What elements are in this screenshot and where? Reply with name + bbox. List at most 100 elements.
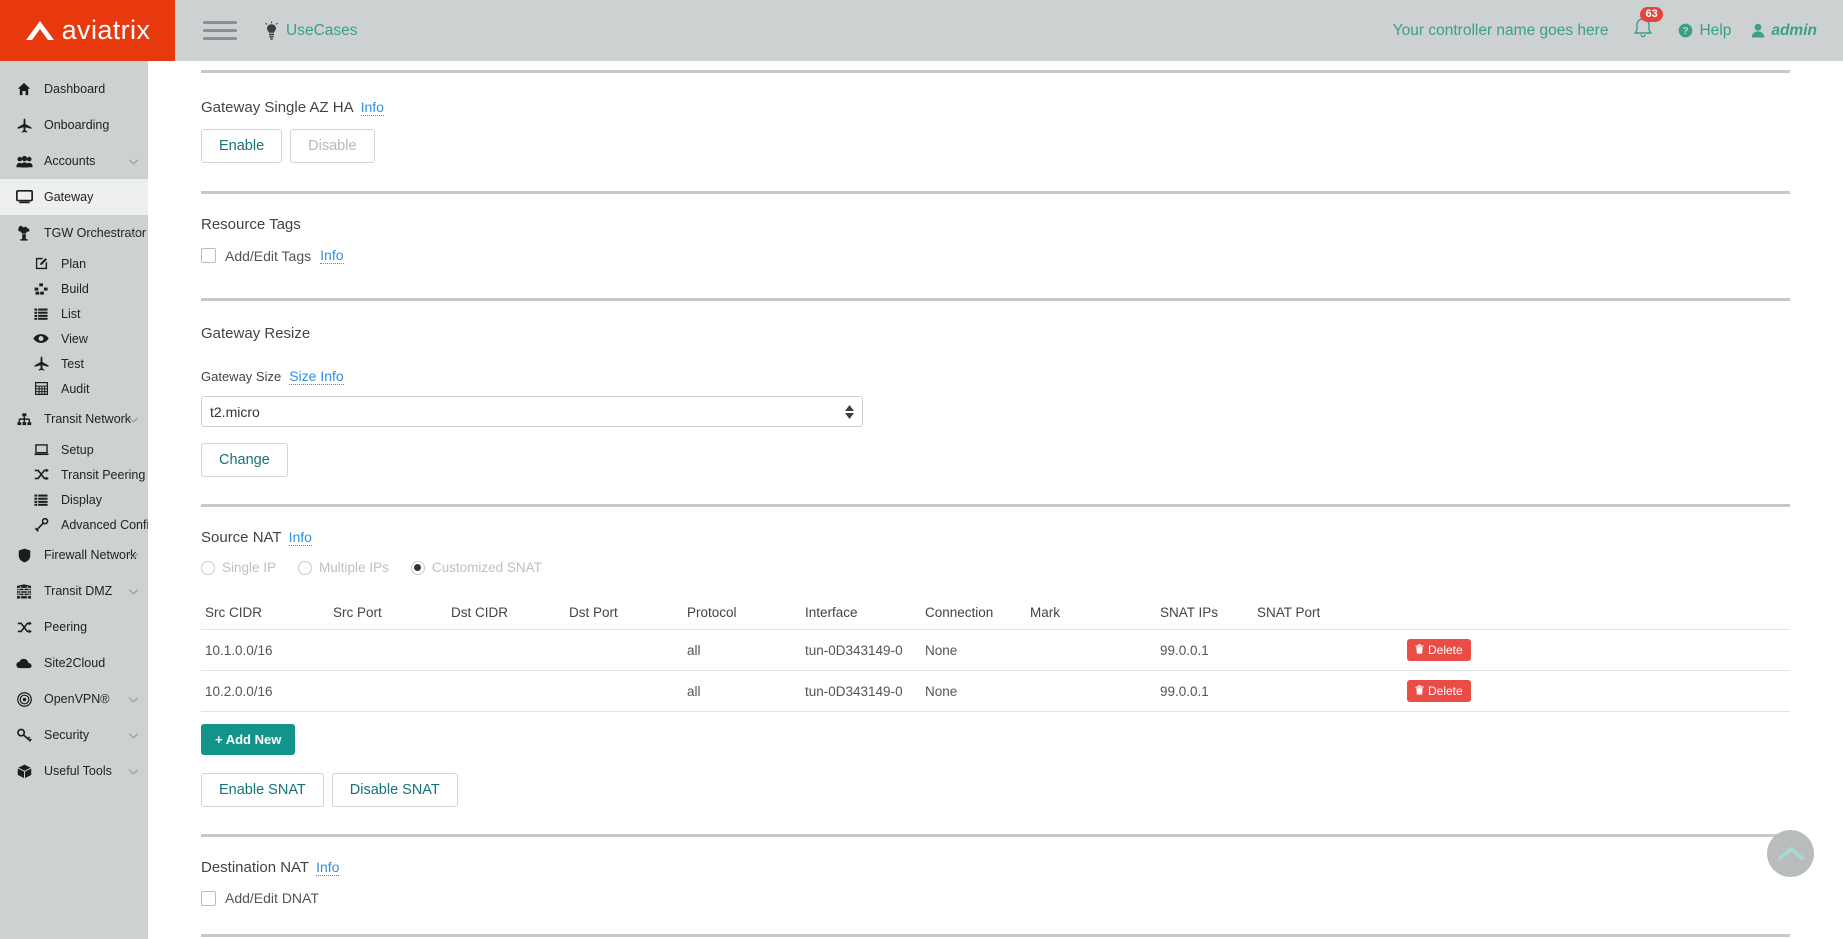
logo-text: aviatrix (62, 17, 151, 44)
source-nat-info-link[interactable]: Info (289, 529, 312, 546)
sidebar-item-plan[interactable]: Plan (0, 251, 148, 276)
eye-icon (30, 333, 52, 344)
cell-snat-port (1253, 671, 1403, 712)
sidebar-item-useful-tools[interactable]: Useful Tools (0, 753, 148, 789)
sidebar-item-openvpn[interactable]: OpenVPN® (0, 681, 148, 717)
controller-name-link[interactable]: Your controller name goes here (1393, 22, 1609, 40)
radio-button[interactable] (298, 561, 312, 575)
main-sidebar: Dashboard Onboarding Accounts GatewayTGW Or… (0, 61, 148, 939)
sidebar-item-site2cloud[interactable]: Site2Cloud (0, 645, 148, 681)
sidebar-item-tgw-orchestrator[interactable]: TGW Orchestrator (0, 215, 148, 251)
sidebar-item-transit-network[interactable]: Transit Network (0, 401, 148, 437)
laptop-icon (30, 444, 52, 456)
sidebar-item-advanced-config[interactable]: Advanced Config (0, 512, 148, 537)
airplane-icon (30, 356, 52, 371)
notification-count-badge: 63 (1640, 7, 1662, 22)
chevron-down-icon (128, 582, 139, 600)
sidebar-item-display[interactable]: Display (0, 487, 148, 512)
key-icon (13, 728, 35, 742)
hamburger-menu-icon[interactable] (203, 16, 237, 45)
header-right-group: Your controller name goes here 63 ? Help… (1393, 16, 1843, 45)
sidebar-item-label: Transit Peering (61, 468, 145, 482)
hierarchy-icon (30, 283, 52, 295)
sidebar-item-label: Dashboard (44, 82, 105, 96)
sidebar-item-audit[interactable]: Audit (0, 376, 148, 401)
cell-snat-ips: 99.0.0.1 (1156, 671, 1253, 712)
sidebar-item-label: View (61, 332, 88, 346)
sidebar-item-list[interactable]: List (0, 301, 148, 326)
sidebar-item-transit-peering[interactable]: Transit Peering (0, 462, 148, 487)
disable-button[interactable]: Disable (290, 129, 374, 163)
radio-button[interactable] (201, 561, 215, 575)
sidebar-item-peering[interactable]: Peering (0, 609, 148, 645)
gateway-size-select[interactable]: t2.micro (201, 396, 863, 427)
section-destination-nat: Destination NAT Info Add/Edit DNAT (201, 859, 1790, 906)
snat-column-header: SNAT IPs (1156, 599, 1253, 630)
destination-nat-info-link[interactable]: Info (316, 859, 339, 876)
add-new-button[interactable]: + Add New (201, 724, 295, 755)
people-icon (13, 155, 35, 168)
main-content-area: Gateway Single AZ HA Info Enable Disable… (148, 61, 1843, 939)
delete-rule-button[interactable]: Delete (1407, 639, 1471, 661)
sidebar-item-view[interactable]: View (0, 326, 148, 351)
cell-src-port (329, 671, 447, 712)
sidebar-item-build[interactable]: Build (0, 276, 148, 301)
single-az-ha-info-link[interactable]: Info (361, 99, 384, 116)
divider (201, 191, 1790, 194)
change-button[interactable]: Change (201, 443, 288, 477)
delete-rule-button[interactable]: Delete (1407, 680, 1471, 702)
sidebar-item-security[interactable]: Security (0, 717, 148, 753)
sidebar-item-label: Peering (44, 620, 87, 634)
snat-table-body: 10.1.0.0/16alltun-0D343149-0None99.0.0.1… (201, 630, 1790, 712)
sidebar-item-label: Accounts (44, 154, 95, 168)
sidebar-item-dashboard[interactable]: Dashboard (0, 71, 148, 107)
radio-button[interactable] (411, 561, 425, 575)
source-nat-option-label: Multiple IPs (319, 560, 389, 575)
add-edit-tags-checkbox[interactable] (201, 248, 216, 263)
scroll-to-top-button[interactable] (1767, 830, 1814, 877)
add-edit-dnat-checkbox[interactable] (201, 891, 216, 906)
user-icon (1751, 23, 1765, 38)
section-gateway-resize: Gateway Resize Gateway Size Size Info t2… (201, 325, 1790, 477)
sidebar-item-setup[interactable]: Setup (0, 437, 148, 462)
gateway-resize-actions: Change (201, 443, 1790, 477)
usecases-button[interactable]: UseCases (264, 21, 358, 40)
disable-snat-button[interactable]: Disable SNAT (332, 773, 458, 807)
sidebar-item-firewall-network[interactable]: Firewall Network (0, 537, 148, 573)
sidebar-item-label: OpenVPN® (44, 692, 110, 706)
sidebar-item-test[interactable]: Test (0, 351, 148, 376)
resource-tags-info-link[interactable]: Info (320, 247, 343, 264)
source-nat-option-single-ip[interactable]: Single IP (201, 560, 276, 575)
snat-toggle-buttons: Enable SNAT Disable SNAT (201, 773, 1790, 807)
snat-column-header: Interface (801, 599, 921, 630)
table-row: 10.2.0.0/16alltun-0D343149-0None99.0.0.1… (201, 671, 1790, 712)
sidebar-item-label: Test (61, 357, 84, 371)
help-button[interactable]: ? Help (1678, 22, 1731, 40)
chevron-up-icon (1778, 846, 1804, 862)
cell-mark (1026, 671, 1156, 712)
enable-snat-button[interactable]: Enable SNAT (201, 773, 324, 807)
cell-actions: Delete (1403, 671, 1790, 712)
box-icon (13, 764, 35, 779)
sidebar-item-accounts[interactable]: Accounts (0, 143, 148, 179)
gateway-size-info-link[interactable]: Size Info (289, 368, 343, 385)
app-logo[interactable]: aviatrix (0, 0, 175, 61)
enable-button[interactable]: Enable (201, 129, 282, 163)
user-menu-button[interactable]: admin (1751, 22, 1817, 40)
snat-column-header: Src Port (329, 599, 447, 630)
sidebar-item-transit-dmz[interactable]: Transit DMZ (0, 573, 148, 609)
sidebar-item-gateway[interactable]: Gateway (0, 179, 148, 215)
destination-nat-title-row: Destination NAT Info (201, 859, 1790, 876)
source-nat-option-customized-snat[interactable]: Customized SNAT (411, 560, 542, 575)
chevron-down-icon (128, 224, 139, 242)
snat-column-header: Dst Port (565, 599, 683, 630)
snat-column-header: Mark (1026, 599, 1156, 630)
sidebar-item-onboarding[interactable]: Onboarding (0, 107, 148, 143)
sidebar-item-label: Build (61, 282, 89, 296)
sidebar-item-label: Audit (61, 382, 90, 396)
source-nat-option-multiple-ips[interactable]: Multiple IPs (298, 560, 389, 575)
cell-snat-port (1253, 630, 1403, 671)
chevron-down-icon (128, 762, 139, 780)
chevron-down-icon (128, 546, 139, 564)
notifications-button[interactable]: 63 (1628, 16, 1658, 45)
